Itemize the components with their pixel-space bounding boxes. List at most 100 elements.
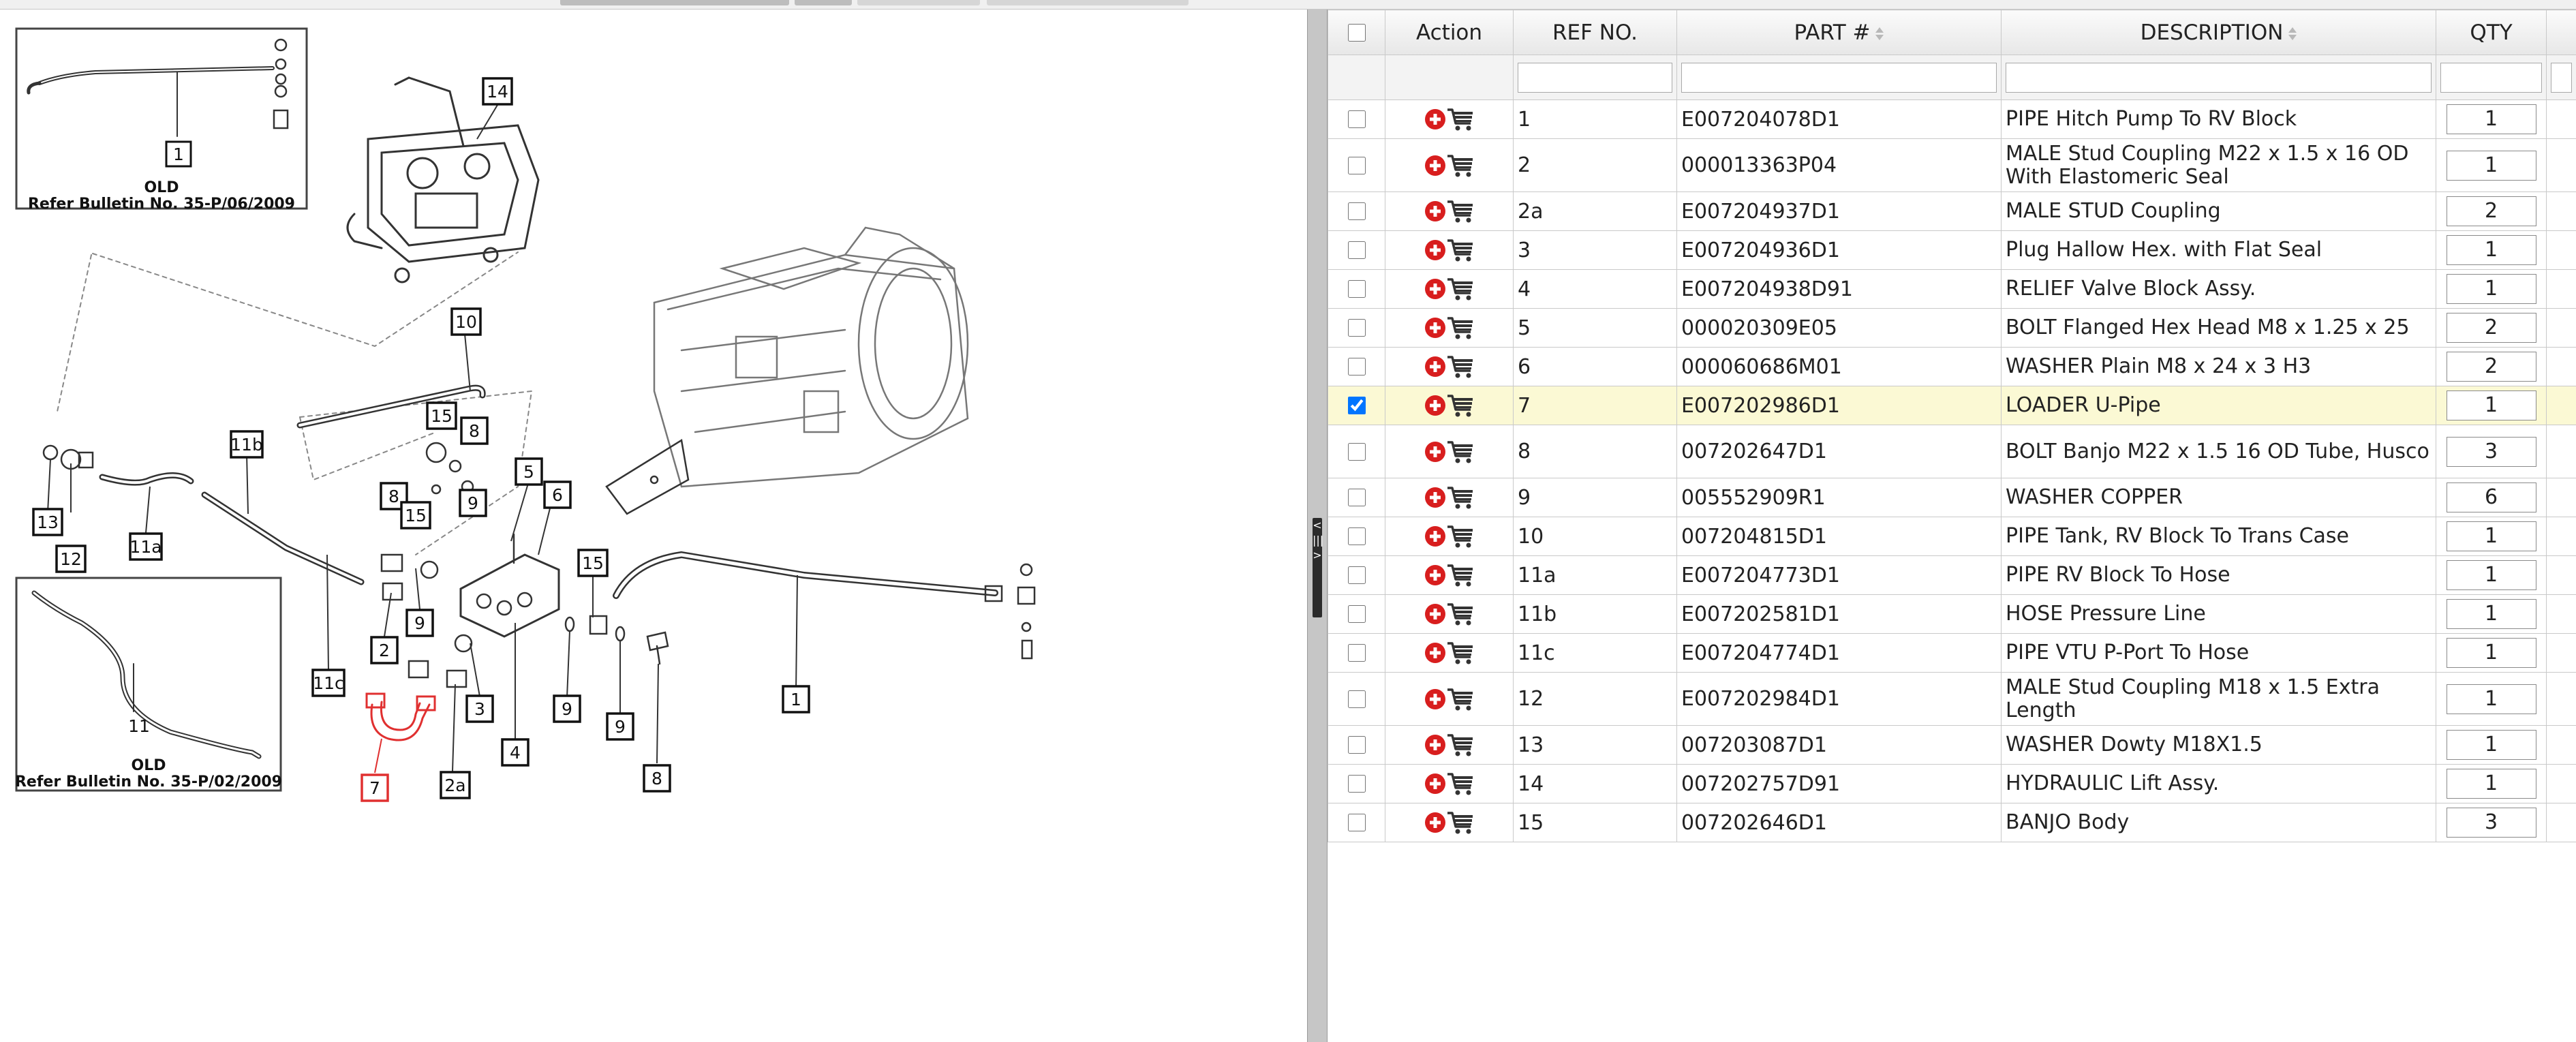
- splitter-toggle-handle[interactable]: < ||| >: [1313, 518, 1323, 617]
- ref-column-header[interactable]: REF NO.: [1513, 10, 1677, 55]
- add-to-cart-button[interactable]: [1390, 771, 1509, 796]
- add-to-cart-button[interactable]: [1390, 199, 1509, 224]
- add-circle-icon[interactable]: [1424, 108, 1446, 130]
- row-checkbox[interactable]: [1347, 358, 1366, 376]
- callout-label[interactable]: 11a: [129, 537, 162, 557]
- table-row[interactable]: 8 007202647D1 BOLT Banjo M22 x 1.5 16 OD T…: [1328, 425, 2576, 478]
- row-checkbox[interactable]: [1347, 690, 1366, 708]
- callout-label[interactable]: 8: [651, 769, 662, 788]
- table-row[interactable]: 1 E007204078D1 PIPE Hitch Pump To RV Block…: [1328, 99, 2576, 139]
- add-to-cart-button[interactable]: [1390, 238, 1509, 262]
- row-checkbox[interactable]: [1347, 527, 1366, 545]
- qty-input[interactable]: 1: [2446, 638, 2536, 668]
- row-checkbox[interactable]: [1347, 280, 1366, 298]
- cart-icon[interactable]: [1446, 107, 1475, 132]
- callout-label[interactable]: 3: [474, 699, 485, 719]
- row-checkbox[interactable]: [1347, 566, 1366, 584]
- add-to-cart-button[interactable]: [1390, 810, 1509, 835]
- table-row[interactable]: 3 E007204936D1 Plug Hallow Hex. with Flat …: [1328, 230, 2576, 270]
- qty-input[interactable]: 1: [2446, 235, 2536, 265]
- table-row[interactable]: 2 000013363P04 MALE Stud Coupling M22 x 1.…: [1328, 138, 2576, 192]
- table-row[interactable]: 11c E007204774D1 PIPE VTU P-Port To Hose 1: [1328, 633, 2576, 673]
- add-to-cart-button[interactable]: [1390, 602, 1509, 626]
- table-row[interactable]: 10 007204815D1 PIPE Tank, RV Block To Tran…: [1328, 517, 2576, 556]
- toolbar-tab[interactable]: [560, 0, 789, 5]
- add-to-cart-button[interactable]: [1390, 440, 1509, 464]
- toolbar-tab[interactable]: [987, 0, 1189, 5]
- description-column-header[interactable]: DESCRIPTION: [2001, 10, 2436, 55]
- add-circle-icon[interactable]: [1424, 356, 1446, 378]
- add-to-cart-button[interactable]: [1390, 354, 1509, 379]
- table-row[interactable]: 12 E007202984D1 MALE Stud Coupling M18 x 1…: [1328, 672, 2576, 726]
- qty-input[interactable]: 6: [2446, 482, 2536, 512]
- add-circle-icon[interactable]: [1424, 441, 1446, 463]
- add-circle-icon[interactable]: [1424, 564, 1446, 586]
- description-filter-input[interactable]: [2006, 62, 2432, 93]
- qty-input[interactable]: 1: [2446, 150, 2536, 181]
- callout-label[interactable]: 2: [379, 641, 390, 660]
- add-to-cart-button[interactable]: [1390, 733, 1509, 757]
- cart-icon[interactable]: [1446, 153, 1475, 178]
- callout-label[interactable]: 6: [552, 485, 563, 505]
- cart-icon[interactable]: [1446, 733, 1475, 757]
- collapse-right-icon[interactable]: >: [1313, 548, 1322, 563]
- cart-icon[interactable]: [1446, 524, 1475, 549]
- add-to-cart-button[interactable]: [1390, 687, 1509, 711]
- qty-filter-input[interactable]: [2440, 62, 2542, 93]
- add-to-cart-button[interactable]: [1390, 485, 1509, 510]
- row-checkbox[interactable]: [1347, 397, 1366, 414]
- row-checkbox[interactable]: [1347, 156, 1366, 174]
- callout-label[interactable]: 1: [791, 690, 801, 709]
- add-circle-icon[interactable]: [1424, 155, 1446, 177]
- qty-input[interactable]: 3: [2446, 436, 2536, 467]
- add-circle-icon[interactable]: [1424, 395, 1446, 416]
- sort-icon[interactable]: [2288, 27, 2297, 40]
- add-circle-icon[interactable]: [1424, 525, 1446, 547]
- add-to-cart-button[interactable]: [1390, 563, 1509, 587]
- table-row[interactable]: 15 007202646D1 BANJO Body 3: [1328, 803, 2576, 842]
- row-checkbox[interactable]: [1347, 814, 1366, 831]
- highlighted-part-7[interactable]: [365, 692, 436, 741]
- qty-input[interactable]: 2: [2446, 196, 2536, 226]
- callout-label[interactable]: 8: [469, 421, 480, 441]
- table-row[interactable]: 14 007202757D91 HYDRAULIC Lift Assy. 1: [1328, 764, 2576, 803]
- cart-icon[interactable]: [1446, 393, 1475, 418]
- cart-icon[interactable]: [1446, 641, 1475, 665]
- table-row[interactable]: 11a E007204773D1 PIPE RV Block To Hose 1: [1328, 555, 2576, 595]
- callout-label[interactable]: 7: [369, 778, 380, 798]
- collapse-left-icon[interactable]: <: [1313, 518, 1322, 533]
- callout-label[interactable]: 12: [60, 549, 82, 569]
- part-column-header[interactable]: PART #: [1676, 10, 2002, 55]
- cart-icon[interactable]: [1446, 771, 1475, 796]
- callout-label[interactable]: 11c: [313, 673, 344, 693]
- callout-label[interactable]: 9: [615, 717, 626, 737]
- add-circle-icon[interactable]: [1424, 773, 1446, 795]
- add-circle-icon[interactable]: [1424, 688, 1446, 710]
- row-checkbox[interactable]: [1347, 442, 1366, 461]
- callout-label[interactable]: 8: [388, 487, 399, 506]
- add-circle-icon[interactable]: [1424, 278, 1446, 300]
- table-row[interactable]: 9 005552909R1 WASHER COPPER 6: [1328, 478, 2576, 517]
- add-to-cart-button[interactable]: [1390, 393, 1509, 418]
- cart-icon[interactable]: [1446, 485, 1475, 510]
- sort-icon[interactable]: [1875, 27, 1884, 40]
- row-checkbox[interactable]: [1347, 775, 1366, 793]
- qty-input[interactable]: 3: [2446, 808, 2536, 838]
- add-to-cart-button[interactable]: [1390, 524, 1509, 549]
- table-row[interactable]: 5 000020309E05 BOLT Flanged Hex Head M8 x …: [1328, 308, 2576, 348]
- row-checkbox[interactable]: [1347, 241, 1366, 259]
- cart-icon[interactable]: [1446, 440, 1475, 464]
- part-filter-input[interactable]: [1681, 62, 1997, 93]
- cart-icon[interactable]: [1446, 277, 1475, 301]
- select-all-header[interactable]: [1328, 10, 1385, 55]
- select-all-checkbox[interactable]: [1347, 23, 1366, 42]
- row-checkbox[interactable]: [1347, 110, 1366, 128]
- callout-label[interactable]: 11b: [230, 435, 263, 455]
- table-row[interactable]: 2a E007204937D1 MALE STUD Coupling 2: [1328, 191, 2576, 231]
- cart-icon[interactable]: [1446, 810, 1475, 835]
- cart-icon[interactable]: [1446, 563, 1475, 587]
- callout-label[interactable]: 4: [510, 743, 521, 763]
- callout-label[interactable]: 13: [37, 512, 59, 532]
- cart-icon[interactable]: [1446, 316, 1475, 340]
- callout-label[interactable]: 15: [582, 553, 604, 573]
